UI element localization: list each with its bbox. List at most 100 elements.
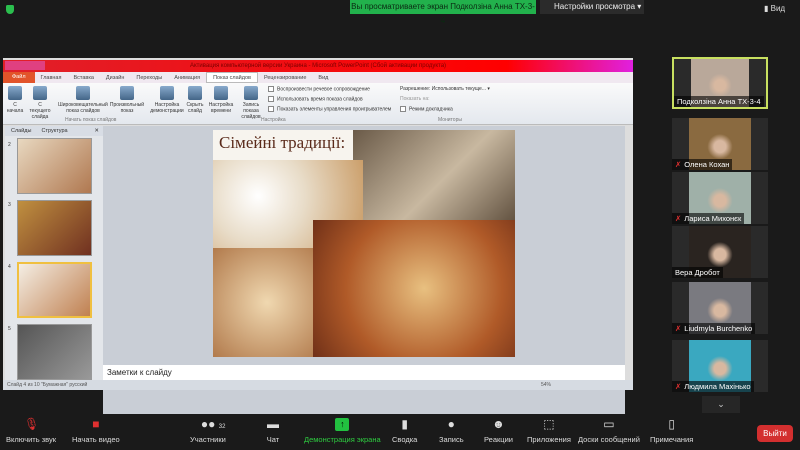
setup-show-button[interactable]: Настройка демонстрации <box>149 86 185 114</box>
slide-thumbnail[interactable] <box>17 138 92 194</box>
ribbon: С начала С текущего слайда Широковещател… <box>3 83 633 125</box>
group-label: Начать показ слайдов <box>65 117 117 123</box>
slide-number: 3 <box>8 202 11 208</box>
leave-button[interactable]: Выйти <box>757 425 793 442</box>
mic-muted-icon: ✗ <box>675 214 682 223</box>
powerpoint-title-bar: Активация компьютерной версии Украина - … <box>3 60 633 72</box>
resolution-select[interactable]: Разрешение: Использовать текуще... ▾ <box>400 86 490 92</box>
notes-input[interactable]: Заметки к слайду <box>103 365 625 380</box>
summary-button[interactable]: ▮ Сводка <box>392 417 417 445</box>
participants-count: 32 <box>218 424 226 430</box>
view-label: Вид <box>770 4 786 13</box>
participants-icon: ●● 32 <box>200 417 226 431</box>
setup-icon <box>160 86 174 100</box>
participant-tile[interactable]: Подколзіна Анна ТХ-3-4 <box>672 57 768 109</box>
tab-file[interactable]: Файл <box>3 72 35 83</box>
label: Доски сообщений <box>578 435 640 444</box>
label: С начала <box>6 102 24 114</box>
label: Демонстрация экрана <box>304 435 381 444</box>
custom-show-icon <box>120 86 134 100</box>
label: Показать элементы управления проигрывате… <box>277 106 392 113</box>
label: Настройка демонстрации <box>150 102 184 114</box>
participant-name: Вера Дробот <box>672 267 723 278</box>
slide-thumbnail[interactable] <box>17 324 92 380</box>
slide-number: 4 <box>8 264 11 270</box>
label: Примечания <box>650 435 694 444</box>
participant-name: ✗ Олена Кохан <box>672 159 733 170</box>
name-text: Liudmyla Burchenko <box>684 324 753 333</box>
zoom-top-bar: Вы просматриваете экран Подколзіна Анна … <box>0 0 800 25</box>
hide-slide-button[interactable]: Скрыть слайд <box>185 86 205 114</box>
show-on-select[interactable]: Показать на: <box>400 96 430 102</box>
tab-transitions[interactable]: Переходы <box>130 75 168 81</box>
media-controls-checkbox[interactable]: Показать элементы управления проигрывате… <box>268 106 391 112</box>
slide-number: 5 <box>8 326 11 332</box>
custom-show-button[interactable]: Произвольный показ <box>109 86 145 114</box>
tab-outline[interactable]: Структура <box>41 126 67 136</box>
reactions-button[interactable]: ☻ Реакции <box>484 417 513 445</box>
timer-icon <box>214 86 228 100</box>
tab-slides[interactable]: Слайды <box>11 126 31 136</box>
apps-icon: ⬚ <box>543 417 555 431</box>
whiteboards-button[interactable]: ▭ Доски сообщений <box>578 417 640 445</box>
broadcast-button[interactable]: Широковещательный показ слайдов <box>58 86 108 114</box>
zoom-level[interactable]: 54% <box>541 380 551 390</box>
slide-title: Сімейні традиції: <box>219 133 346 152</box>
current-slide[interactable]: Сімейні традиції: <box>213 130 515 357</box>
slide-thumbnail[interactable] <box>17 200 92 256</box>
tab-home[interactable]: Главная <box>35 75 68 81</box>
view-button[interactable]: ▮ Вид <box>764 4 785 13</box>
participant-tile[interactable]: ✗ Liudmyla Burchenko <box>672 282 768 334</box>
apps-button[interactable]: ⬚ Приложения <box>527 417 571 445</box>
unmute-button[interactable]: 🎙 Включить звук <box>6 418 56 445</box>
label: Приложения <box>527 435 571 444</box>
label: Запись показа слайдов <box>241 102 261 120</box>
presenter-view-checkbox[interactable]: Режим докладчика <box>400 106 453 112</box>
participant-tile[interactable]: ✗ Лариса Михонєк <box>672 172 768 224</box>
label: Разрешение: Использовать текуще... <box>400 86 486 92</box>
label: Скрыть слайд <box>186 102 204 114</box>
whiteboard-icon: ▭ <box>603 417 615 431</box>
participant-tile[interactable]: ✗ Олена Кохан <box>672 118 768 170</box>
record-button[interactable]: ● Запись <box>439 417 464 445</box>
label: Реакции <box>484 435 513 444</box>
record-show-button[interactable]: Запись показа слайдов <box>236 86 266 120</box>
chat-button[interactable]: ▬ Чат <box>266 418 280 445</box>
quick-access-toolbar[interactable] <box>5 61 45 70</box>
label: Использовать время показа слайдов <box>277 96 363 103</box>
participant-name: ✗ Лариса Михонєк <box>672 213 745 224</box>
rehearse-timings-button[interactable]: Настройка времени <box>207 86 235 114</box>
name-text: Вера Дробот <box>675 268 720 277</box>
close-pane-icon[interactable]: ✕ <box>94 126 103 136</box>
reactions-icon: ☻ <box>492 417 505 431</box>
view-settings-button[interactable]: Настройки просмотра ▾ <box>540 0 644 14</box>
participants-button[interactable]: ●● 32 Участники <box>190 417 226 445</box>
mic-muted-icon: ✗ <box>675 382 682 391</box>
share-screen-button[interactable]: ↑ Демонстрация экрана <box>304 418 381 444</box>
narration-checkbox[interactable]: Воспроизвести речевое сопровождение <box>268 86 370 92</box>
security-shield-icon[interactable] <box>6 5 14 14</box>
participant-tile[interactable]: ✗ Людмила Махінько <box>672 340 768 392</box>
tab-design[interactable]: Дизайн <box>100 75 131 81</box>
slide-thumbnails: 2 3 4 5 <box>5 136 103 380</box>
from-start-button[interactable]: С начала <box>6 86 24 114</box>
from-current-button[interactable]: С текущего слайда <box>27 86 53 120</box>
timings-checkbox[interactable]: Использовать время показа слайдов <box>268 96 363 102</box>
scroll-down-chevron-icon[interactable]: ⌄ <box>702 396 740 413</box>
tab-slideshow[interactable]: Показ слайдов <box>206 72 258 83</box>
label: С текущего слайда <box>29 102 51 120</box>
notes-button[interactable]: ▯ Примечания <box>650 418 694 445</box>
slide-thumbnail-selected[interactable] <box>17 262 92 318</box>
label: Начать видео <box>72 435 120 444</box>
ribbon-tabs: Файл Главная Вставка Дизайн Переходы Ани… <box>3 72 633 83</box>
tab-view[interactable]: Вид <box>312 75 334 81</box>
start-video-button[interactable]: ■ Начать видео <box>72 418 120 445</box>
tab-review[interactable]: Рецензирование <box>258 75 312 81</box>
mic-muted-icon: ✗ <box>675 324 682 333</box>
tab-insert[interactable]: Вставка <box>67 75 99 81</box>
record-icon: ● <box>447 417 455 431</box>
label: Широковещательный показ слайдов <box>58 102 108 114</box>
participant-tile[interactable]: Вера Дробот <box>672 226 768 278</box>
tab-animation[interactable]: Анимация <box>168 75 206 81</box>
summary-icon: ▮ <box>401 417 408 431</box>
